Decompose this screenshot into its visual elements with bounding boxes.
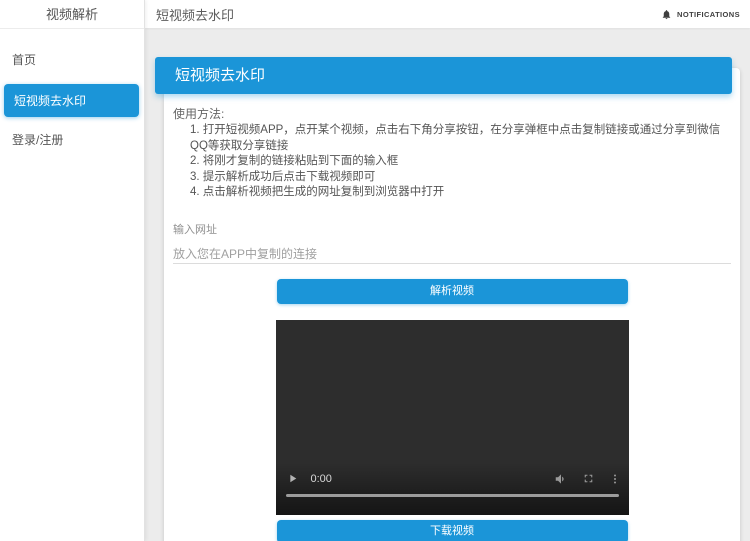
watermark-removal-card: 短视频去水印 使用方法: 1. 打开短视频APP，点开某个视频，点击右下角分享按… (164, 68, 740, 541)
card-header-title: 短视频去水印 (155, 57, 732, 94)
instruction-steps: 1. 打开短视频APP，点开某个视频，点击右下角分享按钮，在分享弹框中点击复制链… (190, 123, 731, 201)
app-window: 视频解析 首页 短视频去水印 登录/注册 短视频去水印 NOTIFICATION… (0, 0, 750, 541)
volume-icon (554, 472, 568, 486)
sidebar-item-login-register[interactable]: 登录/注册 (0, 121, 144, 158)
volume-button[interactable] (554, 472, 568, 486)
sidebar-item-watermark-removal[interactable]: 短视频去水印 (4, 84, 139, 117)
video-progress-bar[interactable] (286, 494, 619, 497)
parse-video-button[interactable]: 解析视频 (277, 279, 628, 304)
card-body: 使用方法: 1. 打开短视频APP，点开某个视频，点击右下角分享按钮，在分享弹框… (164, 68, 740, 541)
usage-heading: 使用方法: (173, 108, 731, 121)
play-icon (286, 472, 299, 485)
play-button[interactable] (286, 472, 299, 485)
instruction-step: 2. 将刚才复制的链接粘贴到下面的输入框 (190, 154, 731, 170)
bell-icon (661, 9, 672, 20)
overflow-menu-button[interactable] (609, 473, 621, 485)
topbar: 短视频去水印 NOTIFICATIONS (145, 0, 750, 28)
download-video-button[interactable]: 下载视频 (277, 520, 628, 541)
video-player[interactable]: 0:00 (276, 320, 629, 515)
instruction-step: 1. 打开短视频APP，点开某个视频，点击右下角分享按钮，在分享弹框中点击复制链… (190, 123, 731, 154)
app-title: 视频解析 (0, 0, 144, 29)
video-controls-bar: 0:00 (276, 463, 629, 515)
notifications-button[interactable]: NOTIFICATIONS (661, 9, 740, 20)
url-input[interactable] (173, 247, 731, 264)
overflow-menu-icon (609, 473, 621, 485)
page-title: 短视频去水印 (156, 5, 234, 24)
sidebar-nav: 首页 短视频去水印 登录/注册 (0, 29, 144, 158)
sidebar-item-home[interactable]: 首页 (0, 41, 144, 78)
notifications-label: NOTIFICATIONS (677, 10, 740, 19)
instruction-step: 3. 提示解析成功后点击下载视频即可 (190, 170, 731, 186)
content-area: 短视频去水印 使用方法: 1. 打开短视频APP，点开某个视频，点击右下角分享按… (145, 28, 750, 541)
fullscreen-button[interactable] (582, 472, 595, 485)
url-input-label: 输入网址 (173, 221, 731, 237)
video-current-time: 0:00 (311, 473, 332, 485)
sidebar: 视频解析 首页 短视频去水印 登录/注册 (0, 0, 145, 541)
instruction-step: 4. 点击解析视频把生成的网址复制到浏览器中打开 (190, 185, 731, 201)
fullscreen-icon (582, 472, 595, 485)
main-area: 短视频去水印 NOTIFICATIONS 短视频去水印 使用方法: 1. 打开短… (145, 0, 750, 541)
